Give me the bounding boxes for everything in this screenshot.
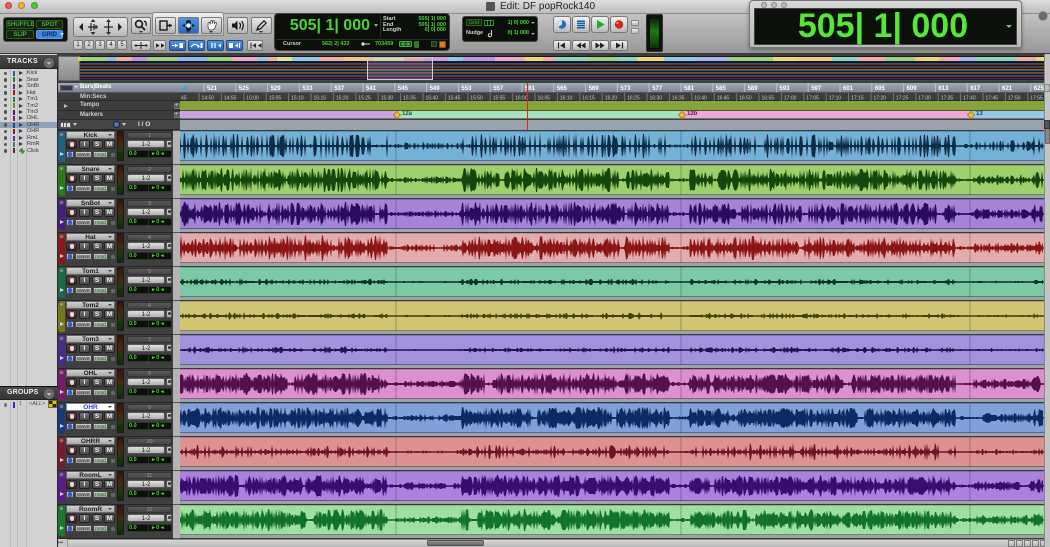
svg-text:617: 617 — [970, 86, 981, 92]
svg-text:581: 581 — [684, 86, 695, 92]
svg-text:533: 533 — [302, 86, 313, 92]
svg-text:529: 529 — [271, 86, 282, 92]
svg-text:553: 553 — [461, 86, 472, 92]
svg-text:549: 549 — [430, 86, 441, 92]
svg-text:565: 565 — [557, 86, 568, 92]
svg-text:625: 625 — [1034, 86, 1045, 92]
svg-text:545: 545 — [398, 86, 409, 92]
svg-text:577: 577 — [652, 86, 663, 92]
svg-text:589: 589 — [748, 86, 759, 92]
svg-text:605: 605 — [875, 86, 886, 92]
svg-text:557: 557 — [493, 86, 504, 92]
svg-text:621: 621 — [1002, 86, 1013, 92]
svg-text:537: 537 — [334, 86, 345, 92]
svg-text:609: 609 — [907, 86, 918, 92]
svg-text:593: 593 — [779, 86, 790, 92]
svg-text:569: 569 — [589, 86, 600, 92]
svg-text:541: 541 — [366, 86, 377, 92]
svg-text:597: 597 — [811, 86, 822, 92]
svg-text:525: 525 — [239, 86, 250, 92]
svg-text:613: 613 — [938, 86, 949, 92]
svg-text:521: 521 — [207, 86, 218, 92]
svg-text:601: 601 — [843, 86, 854, 92]
svg-text:573: 573 — [620, 86, 631, 92]
svg-text:585: 585 — [716, 86, 727, 92]
